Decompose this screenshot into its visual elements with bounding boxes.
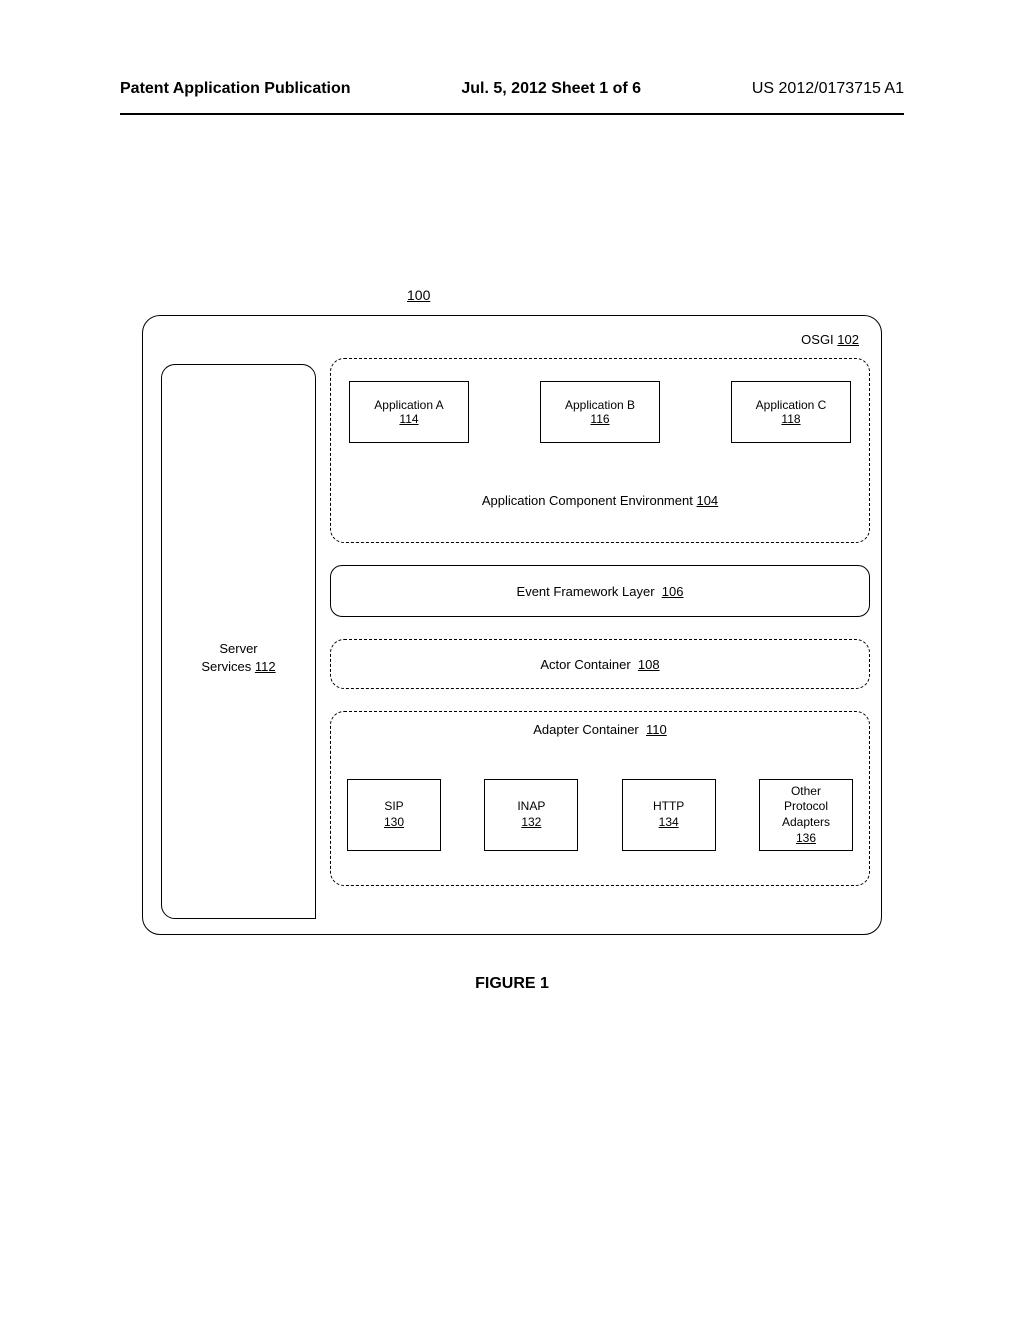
- header-right: US 2012/0173715 A1: [752, 80, 904, 98]
- app-a-num: 114: [350, 412, 468, 426]
- osgi-num: 102: [837, 332, 859, 347]
- app-env-text: Application Component Environment: [482, 493, 693, 508]
- actor-container-num: 108: [638, 657, 660, 672]
- app-c-num: 118: [732, 412, 850, 426]
- app-c-label: Application C: [732, 398, 850, 412]
- right-stack: Application A 114 Application B 116 Appl…: [330, 358, 870, 886]
- adapter-container-box: Adapter Container 110 SIP 130 INAP 132 H…: [330, 711, 870, 886]
- app-b-label: Application B: [541, 398, 659, 412]
- adapter-inap-label: INAP: [485, 799, 577, 815]
- application-b-box: Application B 116: [540, 381, 660, 443]
- adapter-sip-label: SIP: [348, 799, 440, 815]
- page-header: Patent Application Publication Jul. 5, 2…: [0, 0, 1024, 108]
- server-services-label1: Server: [219, 641, 257, 656]
- adapter-sip-num: 130: [348, 815, 440, 831]
- app-b-num: 116: [541, 412, 659, 426]
- actor-container-box: Actor Container 108: [330, 639, 870, 689]
- osgi-text: OSGI: [801, 332, 834, 347]
- app-env-label: Application Component Environment 104: [349, 493, 851, 508]
- figure-area: 100 OSGI 102 Server Services 112 Applica…: [142, 315, 882, 993]
- adapter-http-label: HTTP: [623, 799, 715, 815]
- header-left: Patent Application Publication: [120, 80, 351, 98]
- adapter-other-label1: Other: [760, 784, 852, 800]
- adapter-container-num: 110: [646, 722, 667, 737]
- server-services-num: 112: [255, 659, 276, 674]
- server-services-box: Server Services 112: [161, 364, 316, 919]
- app-env-num: 104: [696, 493, 718, 508]
- adapter-http-num: 134: [623, 815, 715, 831]
- ref-100: 100: [407, 287, 430, 303]
- adapter-inap-box: INAP 132: [484, 779, 578, 851]
- application-c-box: Application C 118: [731, 381, 851, 443]
- adapter-container-label-row: Adapter Container 110: [347, 722, 853, 737]
- osgi-label: OSGI 102: [801, 332, 859, 347]
- header-divider: [120, 113, 904, 115]
- osgi-outer-box: OSGI 102 Server Services 112 Application…: [142, 315, 882, 935]
- application-a-box: Application A 114: [349, 381, 469, 443]
- server-services-label2: Services: [201, 659, 251, 674]
- event-framework-box: Event Framework Layer 106: [330, 565, 870, 617]
- actor-container-label: Actor Container: [540, 657, 630, 672]
- adapter-inap-num: 132: [485, 815, 577, 831]
- adapter-row: SIP 130 INAP 132 HTTP 134 Other Protocol: [347, 779, 853, 851]
- adapter-other-label2: Protocol: [760, 799, 852, 815]
- adapter-http-box: HTTP 134: [622, 779, 716, 851]
- header-center: Jul. 5, 2012 Sheet 1 of 6: [461, 80, 641, 98]
- server-services-text: Server Services 112: [162, 640, 315, 676]
- adapter-other-box: Other Protocol Adapters 136: [759, 779, 853, 851]
- adapter-other-num: 136: [760, 831, 852, 847]
- adapter-container-label: Adapter Container: [533, 722, 639, 737]
- figure-caption: FIGURE 1: [142, 975, 882, 993]
- application-environment-box: Application A 114 Application B 116 Appl…: [330, 358, 870, 543]
- event-framework-label: Event Framework Layer: [517, 584, 655, 599]
- app-a-label: Application A: [350, 398, 468, 412]
- application-row: Application A 114 Application B 116 Appl…: [349, 381, 851, 443]
- event-framework-num: 106: [662, 584, 684, 599]
- adapter-other-label3: Adapters: [760, 815, 852, 831]
- adapter-sip-box: SIP 130: [347, 779, 441, 851]
